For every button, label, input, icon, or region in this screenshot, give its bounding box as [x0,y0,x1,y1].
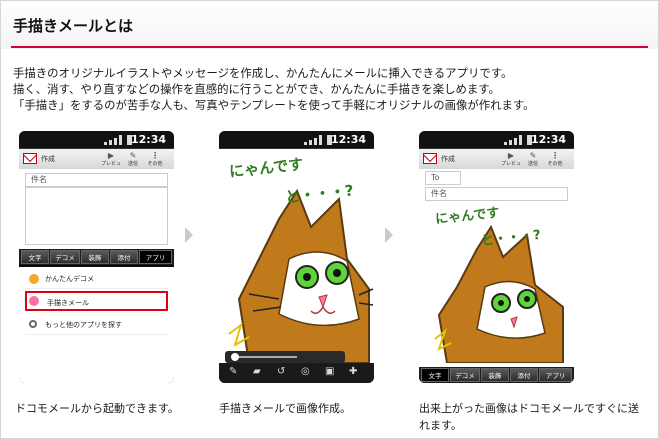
search-icon [29,320,37,328]
compose-title: 作成 [41,155,55,163]
tab-apps[interactable]: アプリ [539,368,572,382]
handwriting-icon [29,296,39,306]
more-button[interactable]: ⋮ その他 [145,151,165,167]
screenshot-drawing: 12:34 にゃんです と・・・? ✎ ▰ ↺ ◎ ▣ ✚ [219,131,374,383]
to-field[interactable]: To [425,171,461,185]
pen-icon: ✎ [529,151,537,160]
tab-attach[interactable]: 添付 [510,368,538,382]
more-button[interactable]: ⋮ その他 [545,151,565,167]
signal-icon [304,135,326,145]
menu-item-find-apps[interactable]: もっと他のアプリを探す [25,315,168,335]
decome-icon [29,274,39,284]
eraser-icon[interactable]: ▰ [253,366,261,377]
apps-menu: かんたんデコメ 手描きメール もっと他のアプリを探す [19,267,174,383]
caption-launch: ドコモメールから起動できます。 [15,402,179,415]
menu-item-handwritten-mail[interactable]: 手描きメール [25,291,168,311]
subject-field[interactable]: 件名 [25,173,168,187]
signal-icon [504,135,526,145]
tab-decoration[interactable]: 装飾 [81,250,109,264]
intro-line-1: 手描きのオリジナルイラストやメッセージを作成し、かんたんにメールに挿入できるアプ… [13,66,513,80]
intro-line-3: 「手描き」をするのが苦手な人も、写真やテンプレートを使って手軽にオリジナルの画像… [13,98,535,112]
compose-body: 件名 [19,169,174,249]
undo-icon[interactable]: ↺ [277,366,285,377]
subject-field[interactable]: 件名 [425,187,568,201]
section-header: 手描きメールとは [1,1,658,49]
tab-decoration[interactable]: 装飾 [481,368,509,382]
signal-icon [104,135,126,145]
drawing-canvas[interactable]: にゃんです と・・・? [219,149,374,363]
play-icon: ▶ [107,151,115,160]
compose-toolbar: 作成 ▶プレビュー ✎送信 ⋮その他 [19,149,174,174]
status-bar: 12:34 [219,131,374,149]
tab-decome[interactable]: デコメ [50,250,80,264]
more-icon: ⋮ [151,151,159,160]
brush-size-slider[interactable] [225,351,345,363]
image-icon[interactable]: ▣ [325,366,334,377]
caption-result: 出来上がった画像はドコモメールですぐに送れます。 [419,402,639,432]
chevron-right-icon [185,227,193,243]
tab-text[interactable]: 文字 [421,368,449,382]
status-time: 12:34 [330,133,366,146]
screenshot-result: 12:34 作成 ▶プレビュー ✎送信 ⋮その他 To 件名 にゃんです と・ [419,131,574,383]
status-bar: 12:34 [19,131,174,149]
status-time: 12:34 [130,133,166,146]
message-body-input[interactable] [25,187,168,245]
slider-handle[interactable] [231,353,239,361]
tab-apps[interactable]: アプリ [139,250,172,264]
mail-icon [423,153,437,164]
mail-icon [23,153,37,164]
stamp-icon[interactable]: ◎ [301,366,310,377]
tab-text[interactable]: 文字 [21,250,49,264]
screenshot-launch: 12:34 作成 ▶プレビュー ✎送信 ⋮その他 件名 文字 デコメ 装飾 添付… [19,131,174,383]
section-title: 手描きメールとは [13,17,134,35]
send-button[interactable]: ✎ 送信 [523,151,543,167]
pen-icon[interactable]: ✎ [229,366,237,377]
tab-attach[interactable]: 添付 [110,250,138,264]
caption-drawing: 手描きメールで画像作成。 [219,402,351,415]
intro-text: 手描きのオリジナルイラストやメッセージを作成し、かんたんにメールに挿入できるアプ… [13,65,649,113]
compose-body: To 件名 にゃんです と・・・? [419,169,574,367]
status-bar: 12:34 [419,131,574,149]
compose-title: 作成 [441,155,455,163]
chevron-right-icon [385,227,393,243]
more-icon: ⋮ [551,151,559,160]
attachment-tabbar: 文字 デコメ 装飾 添付 アプリ [419,367,574,383]
attachment-tabbar: 文字 デコメ 装飾 添付 アプリ [19,249,174,265]
tab-decome[interactable]: デコメ [450,368,480,382]
status-time: 12:34 [530,133,566,146]
feature-panel: 手描きメールとは 手描きのオリジナルイラストやメッセージを作成し、かんたんにメー… [0,0,659,439]
save-icon[interactable]: ✚ [349,366,357,377]
send-button[interactable]: ✎ 送信 [123,151,143,167]
title-underline [11,46,648,48]
pen-icon: ✎ [129,151,137,160]
intro-line-2: 描く、消す、やり直すなどの操作を直感的に行うことができ、かんたんに手描きを楽しめ… [13,82,500,96]
play-icon: ▶ [507,151,515,160]
drawing-toolbar: ✎ ▰ ↺ ◎ ▣ ✚ [219,363,374,383]
menu-item-easy-decome[interactable]: かんたんデコメ [25,269,168,289]
compose-toolbar: 作成 ▶プレビュー ✎送信 ⋮その他 [419,149,574,174]
